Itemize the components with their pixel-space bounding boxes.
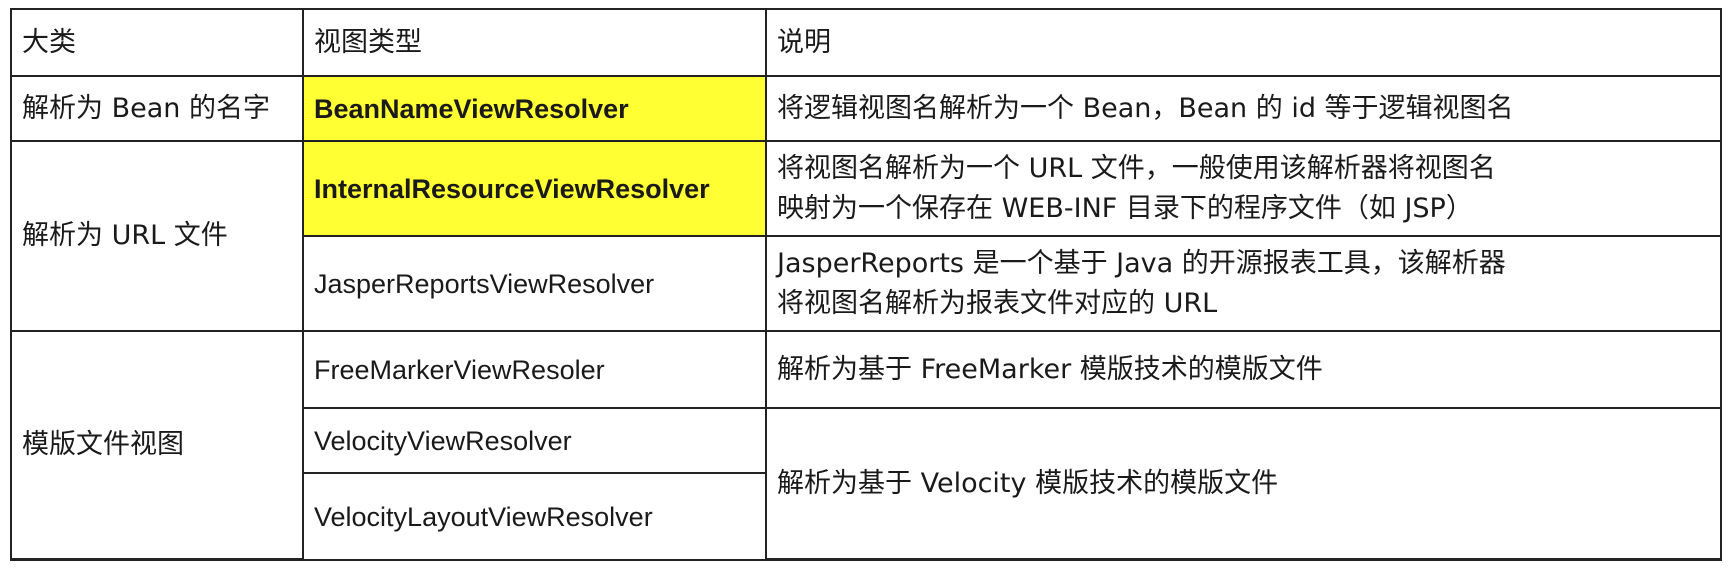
description-line: 映射为一个保存在 WEB-INF 目录下的程序文件（如 JSP） — [777, 192, 1473, 224]
resolver-bean-name: BeanNameViewResolver — [302, 75, 767, 142]
category-template-view: 模版文件视图 — [12, 330, 304, 559]
view-resolver-table-frame: 大类 视图类型 说明 解析为 Bean 的名字 BeanNameViewReso… — [10, 8, 1722, 561]
table-row: 解析为 URL 文件 InternalResourceViewResolver … — [12, 140, 1720, 332]
category-bean-name: 解析为 Bean 的名字 — [12, 75, 304, 142]
view-resolver-table: 大类 视图类型 说明 解析为 Bean 的名字 BeanNameViewReso… — [12, 10, 1720, 559]
resolver-jasper-reports: JasperReportsViewResolver — [302, 235, 767, 332]
header-row: 大类 视图类型 说明 — [12, 10, 1720, 77]
description-velocity: 解析为基于 Velocity 模版技术的模版文件 — [765, 407, 1720, 559]
description-line: JasperReports 是一个基于 Java 的开源报表工具，该解析器 — [777, 247, 1506, 279]
description-bean-name: 将逻辑视图名解析为一个 Bean，Bean 的 id 等于逻辑视图名 — [765, 75, 1720, 142]
resolver-velocity-layout: VelocityLayoutViewResolver — [302, 472, 767, 559]
header-view-type: 视图类型 — [302, 10, 767, 77]
description-line: 将视图名解析为报表文件对应的 URL — [777, 287, 1218, 319]
resolver-freemarker: FreeMarkerViewResoler — [302, 330, 767, 409]
description-jasper-reports: JasperReports 是一个基于 Java 的开源报表工具，该解析器 将视… — [765, 235, 1720, 332]
description-internal-resource: 将视图名解析为一个 URL 文件，一般使用该解析器将视图名 映射为一个保存在 W… — [765, 140, 1720, 237]
table-row: 模版文件视图 FreeMarkerViewResoler 解析为基于 FreeM… — [12, 330, 1720, 559]
description-line: 将视图名解析为一个 URL 文件，一般使用该解析器将视图名 — [777, 152, 1496, 184]
header-description: 说明 — [765, 10, 1720, 77]
resolver-velocity: VelocityViewResolver — [302, 407, 767, 474]
category-url-file: 解析为 URL 文件 — [12, 140, 304, 332]
description-freemarker: 解析为基于 FreeMarker 模版技术的模版文件 — [765, 330, 1720, 409]
table-row: 解析为 Bean 的名字 BeanNameViewResolver 将逻辑视图名… — [12, 75, 1720, 142]
resolver-internal-resource: InternalResourceViewResolver — [302, 140, 767, 237]
header-category: 大类 — [12, 10, 304, 77]
